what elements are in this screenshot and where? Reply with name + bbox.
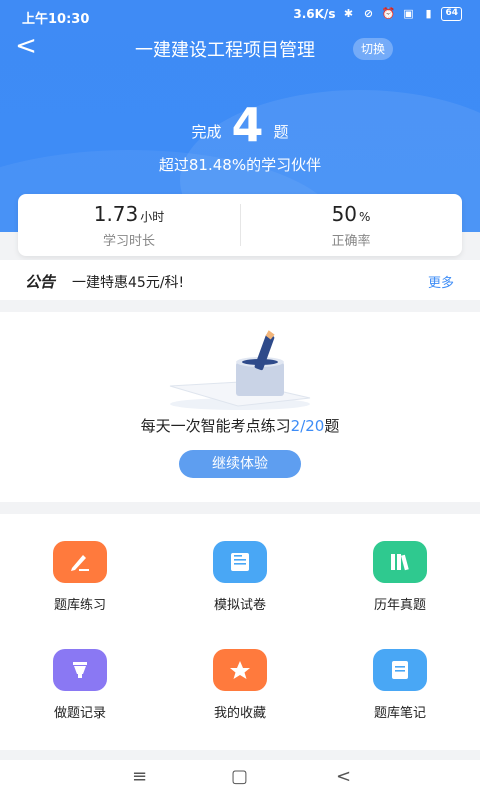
menu-practice-history[interactable]: 做题记录 [0,622,160,722]
top-nav: < 一建建设工程项目管理 切换 [0,32,480,66]
battery-icon: 64 [441,7,462,21]
mute-icon: ⊘ [363,7,374,20]
switch-subject-button[interactable]: 切换 [353,38,394,60]
ranking-text: 超过81.48%的学习伙伴 [158,156,322,174]
system-navigation-bar: ≡ ▢ < [0,760,480,800]
daily-practice-text: 每天一次智能考点练习2/20题 [0,415,480,436]
system-back-button[interactable]: < [336,766,351,787]
home-button[interactable]: ▢ [231,766,248,787]
completed-summary: 完成 4 题 [0,98,480,152]
stat-unit: 小时 [140,210,165,224]
status-bar: 上午10:30 3.6K/s ✱ ⊘ ⏰ ▣ ▮ 64 [0,0,480,32]
note-icon [373,649,427,691]
stats-card: 1.73 小时 学习时长 50% 正确率 [18,194,462,256]
menu-label: 历年真题 [373,598,426,613]
network-speed: 3.6K/s [293,7,336,21]
menu-question-bank[interactable]: 题库练习 [0,514,160,614]
bluetooth-icon: ✱ [343,7,354,20]
stat-label: 正确率 [331,234,371,249]
continue-button[interactable]: 继续体验 [179,450,301,478]
stat-label: 学习时长 [102,234,155,249]
menu-mock-exam[interactable]: 模拟试卷 [160,514,320,614]
daily-practice-card: 每天一次智能考点练习2/20题 继续体验 [0,312,480,502]
practice-text-before: 每天一次智能考点练习 [140,417,291,435]
stat-unit: % [359,210,371,224]
signal-icon: ▮ [425,7,432,20]
completed-count: 4 [231,98,264,152]
menu-label: 题库练习 [53,598,106,613]
menu-label: 我的收藏 [213,706,266,721]
pencil-edit-icon [53,541,107,583]
page-title: 一建建设工程项目管理 [135,40,315,61]
announcement-text[interactable]: 一建特惠45元/科! [72,272,184,292]
announcement-bar[interactable]: 公告 一建特惠45元/科! 更多 [0,260,480,300]
books-icon [373,541,427,583]
practice-text-after: 题 [324,417,340,435]
test-paper-icon [213,541,267,583]
feature-grid: 题库练习 模拟试卷 历年真题 做题记录 我的收藏 题库笔记 [0,514,480,750]
menu-label: 模拟试卷 [213,598,266,613]
pen-nib-icon [53,649,107,691]
menu-notes[interactable]: 题库笔记 [320,622,480,722]
more-link[interactable]: 更多 [428,272,454,291]
status-time: 上午10:30 [22,12,90,27]
menu-label: 题库笔记 [373,706,426,721]
stat-value: 50 [331,202,358,226]
recent-apps-button[interactable]: ≡ [132,766,147,787]
stat-value: 1.73 [93,202,139,226]
completed-prefix: 完成 [191,123,222,141]
menu-past-exams[interactable]: 历年真题 [320,514,480,614]
completed-suffix: 题 [273,123,289,141]
pencil-cup-illustration [169,330,311,410]
star-icon [213,649,267,691]
stat-study-time: 1.73 小时 学习时长 [18,194,240,256]
menu-label: 做题记录 [53,706,106,721]
menu-favorites[interactable]: 我的收藏 [160,622,320,722]
stat-accuracy: 50% 正确率 [240,194,462,256]
announcement-tag: 公告 [25,273,56,291]
alarm-icon: ⏰ [381,7,396,20]
practice-progress: 2/20 [290,417,325,435]
sim-icon: ▣ [403,7,414,20]
